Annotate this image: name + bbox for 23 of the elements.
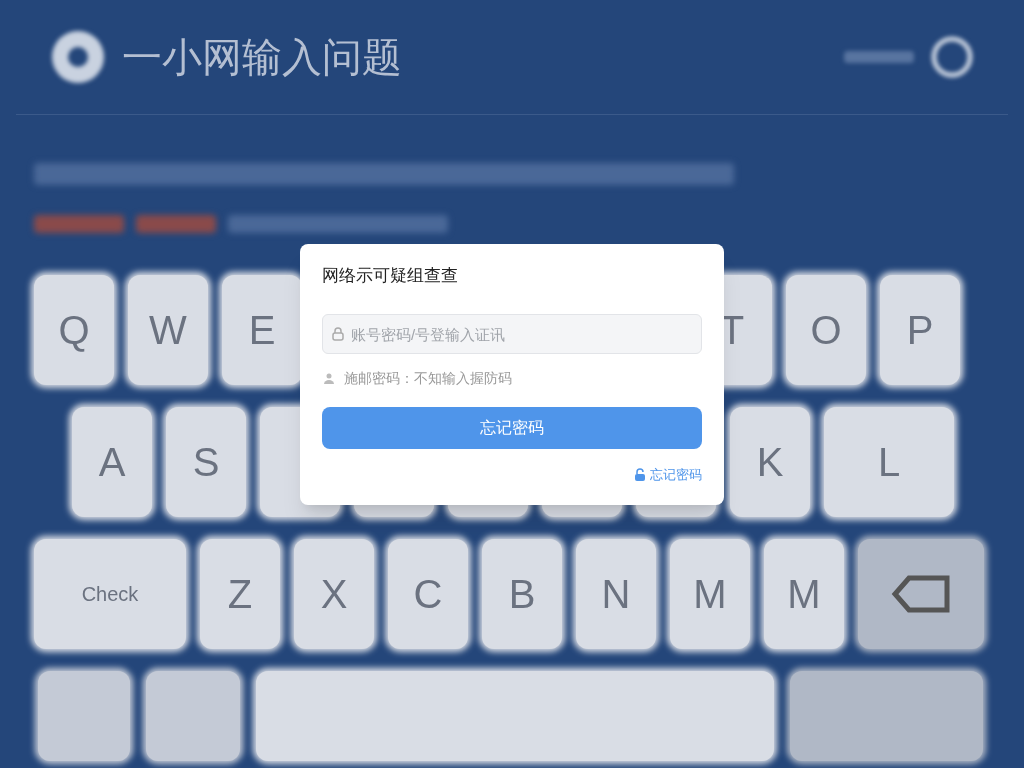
keyboard-key[interactable]: N bbox=[576, 539, 656, 649]
keyboard-key[interactable]: A bbox=[72, 407, 152, 517]
forgot-password-button[interactable]: 忘记密码 bbox=[322, 407, 702, 449]
keyboard-key[interactable]: E bbox=[222, 275, 302, 385]
keyboard-key[interactable]: S bbox=[166, 407, 246, 517]
keyboard-key[interactable]: L bbox=[824, 407, 954, 517]
keyboard-key[interactable]: M bbox=[764, 539, 844, 649]
keyboard-key[interactable]: Check bbox=[34, 539, 186, 649]
app-title: 一小网输入问题 bbox=[122, 34, 402, 81]
keyboard-key[interactable]: B bbox=[482, 539, 562, 649]
keyboard-key[interactable]: M bbox=[670, 539, 750, 649]
keyboard-key[interactable]: X bbox=[294, 539, 374, 649]
keyboard-key[interactable]: C bbox=[388, 539, 468, 649]
keyboard-key[interactable]: Z bbox=[200, 539, 280, 649]
dialog-title: 网络示可疑组查查 bbox=[322, 265, 458, 287]
hint-text: 施邮密码：不知输入握防码 bbox=[344, 369, 512, 388]
input-field[interactable]: 账号密码/号登输入证讯 bbox=[322, 314, 702, 354]
keyboard-key[interactable]: K bbox=[730, 407, 810, 517]
keyboard-key[interactable]: P bbox=[880, 275, 960, 385]
forgot-password-link[interactable]: 忘记密码 bbox=[650, 465, 702, 485]
keyboard-key[interactable]: W bbox=[128, 275, 208, 385]
keyboard-key[interactable]: O bbox=[786, 275, 866, 385]
keyboard-key[interactable]: Q bbox=[34, 275, 114, 385]
